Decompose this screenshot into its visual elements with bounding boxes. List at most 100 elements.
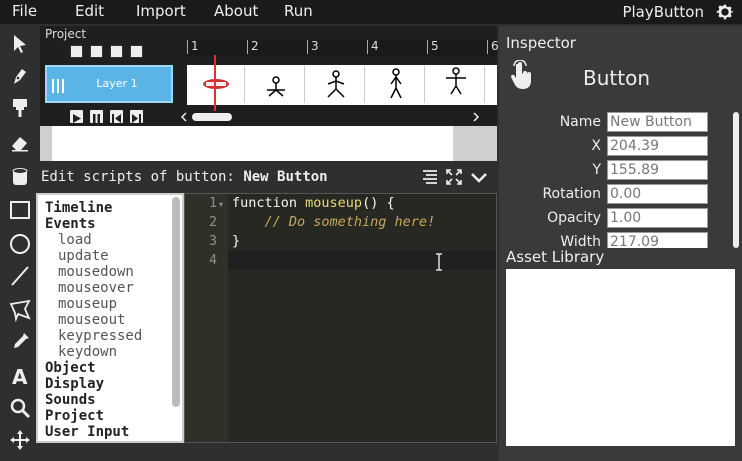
object-type: Button	[583, 66, 650, 90]
zoom-timeline-icon[interactable]	[130, 45, 143, 58]
code-line-1: function mouseup() {	[232, 194, 395, 213]
prop-label-width: Width	[560, 234, 601, 248]
event-mouseover[interactable]: mouseover	[58, 280, 134, 296]
rotation-field[interactable]: 0.00	[607, 184, 708, 204]
project-label: Project	[45, 27, 87, 41]
active-line-highlight	[228, 251, 496, 270]
lasso-icon[interactable]	[8, 298, 32, 323]
properties-list: Name New Button X 204.39 Y 155.89 Rotati…	[499, 112, 731, 248]
menu-file[interactable]: File	[12, 2, 37, 20]
prop-label-y: Y	[592, 162, 601, 178]
prop-label-rotation: Rotation	[542, 186, 601, 202]
event-mouseout[interactable]: mouseout	[58, 312, 125, 328]
ellipse-icon[interactable]	[8, 232, 32, 256]
menu-import[interactable]: Import	[136, 2, 186, 20]
event-mouseup[interactable]: mouseup	[58, 296, 117, 312]
event-keydown[interactable]: keydown	[58, 344, 117, 360]
brush-icon[interactable]	[8, 96, 32, 120]
frame-number: 4	[367, 40, 379, 54]
delete-layer-icon[interactable]	[90, 45, 103, 58]
script-editor-header: Edit scripts of button: New Button	[40, 163, 497, 191]
pan-icon[interactable]	[8, 428, 32, 452]
category-display[interactable]: Display	[45, 376, 104, 392]
add-layer-icon[interactable]	[70, 45, 83, 58]
eraser-icon[interactable]	[8, 130, 32, 154]
frame-thumbnail[interactable]	[187, 66, 245, 103]
title-prefix: Edit scripts of button:	[41, 169, 235, 185]
category-sounds[interactable]: Sounds	[45, 392, 96, 408]
pause-icon[interactable]	[90, 110, 103, 123]
line-icon[interactable]	[8, 264, 32, 288]
event-update[interactable]: update	[58, 248, 109, 264]
code-line-3: }	[232, 233, 241, 249]
drag-handle-icon[interactable]	[51, 78, 65, 93]
prop-label-name: Name	[559, 114, 601, 130]
format-icon[interactable]	[420, 167, 440, 187]
x-field[interactable]: 204.39	[607, 136, 708, 156]
rectangle-icon[interactable]	[8, 198, 32, 222]
category-truncated[interactable]: S	[45, 440, 53, 441]
category-timeline[interactable]: Timeline	[45, 200, 112, 216]
chevron-down-icon[interactable]	[469, 167, 489, 187]
frame-thumbnail[interactable]	[427, 66, 485, 103]
event-keypressed[interactable]: keypressed	[58, 328, 142, 344]
script-editor-title: Edit scripts of button: New Button	[41, 169, 328, 185]
asset-library-list[interactable]	[506, 269, 735, 446]
settings-icon[interactable]	[110, 45, 123, 58]
category-project[interactable]: Project	[45, 408, 104, 424]
playhead[interactable]	[214, 55, 216, 111]
step-back-icon[interactable]	[110, 110, 123, 123]
category-object[interactable]: Object	[45, 360, 96, 376]
text-cursor-icon	[436, 253, 442, 271]
frame-number: 6	[487, 40, 499, 54]
layer-row[interactable]: Layer 1	[45, 65, 173, 103]
menu-about[interactable]: About	[214, 2, 258, 20]
layer-name: Layer 1	[96, 77, 138, 90]
zoom-icon[interactable]	[8, 396, 32, 420]
line-number: 3	[209, 234, 217, 249]
script-categories-panel: Timeline Events load update mousedown mo…	[36, 193, 184, 443]
menu-run[interactable]: Run	[284, 2, 313, 20]
pen-icon[interactable]	[8, 64, 32, 88]
prop-label-x: X	[591, 138, 601, 154]
inspector-title: Inspector	[506, 34, 576, 52]
menu-bar: File Edit Import About Run PlayButton	[0, 0, 742, 24]
text-icon[interactable]: A	[8, 364, 32, 389]
code-editor[interactable]: 1 ▾ 2 3 4 function mouseup() { // Do som…	[184, 193, 497, 443]
scroll-thumb[interactable]	[192, 113, 232, 121]
title-object: New Button	[243, 169, 328, 185]
fold-arrow-icon[interactable]: ▾	[219, 200, 223, 209]
menu-edit[interactable]: Edit	[75, 2, 104, 20]
frames-row	[187, 65, 497, 105]
cursor-icon[interactable]	[8, 32, 32, 56]
eyedropper-icon[interactable]	[8, 330, 32, 354]
event-load[interactable]: load	[58, 232, 92, 248]
frame-thumbnail[interactable]	[307, 66, 365, 103]
tools-toolbar: A	[0, 26, 40, 461]
frame-thumbnail[interactable]	[367, 66, 425, 103]
categories-scrollbar[interactable]	[172, 197, 180, 407]
frame-ruler: 1 2 3 4 5 6	[187, 40, 499, 56]
event-mousedown[interactable]: mousedown	[58, 264, 134, 280]
stage-canvas[interactable]	[40, 126, 497, 161]
svg-text:A: A	[12, 365, 28, 388]
play-icon[interactable]	[70, 110, 83, 123]
frame-number: 3	[307, 40, 319, 54]
stage-border	[453, 126, 497, 161]
function-name: mouseup	[305, 195, 363, 211]
maximize-icon[interactable]	[444, 167, 464, 187]
step-forward-icon[interactable]	[130, 110, 143, 123]
timeline-panel: Project 1 2 3 4 5 6 Layer 1	[40, 26, 499, 161]
y-field[interactable]: 155.89	[607, 160, 708, 180]
fill-bucket-icon[interactable]	[8, 164, 32, 188]
gear-icon[interactable]	[714, 1, 736, 23]
asset-library-title: Asset Library	[506, 248, 605, 266]
frame-thumbnail[interactable]	[247, 66, 305, 103]
category-events[interactable]: Events	[45, 216, 96, 232]
inspector-scrollbar[interactable]	[733, 112, 739, 248]
timeline-scrollbar[interactable]	[180, 111, 480, 123]
category-user-input[interactable]: User Input	[45, 424, 129, 440]
opacity-field[interactable]: 1.00	[607, 208, 708, 228]
name-field[interactable]: New Button	[607, 112, 708, 132]
width-field[interactable]: 217.09	[607, 232, 708, 248]
